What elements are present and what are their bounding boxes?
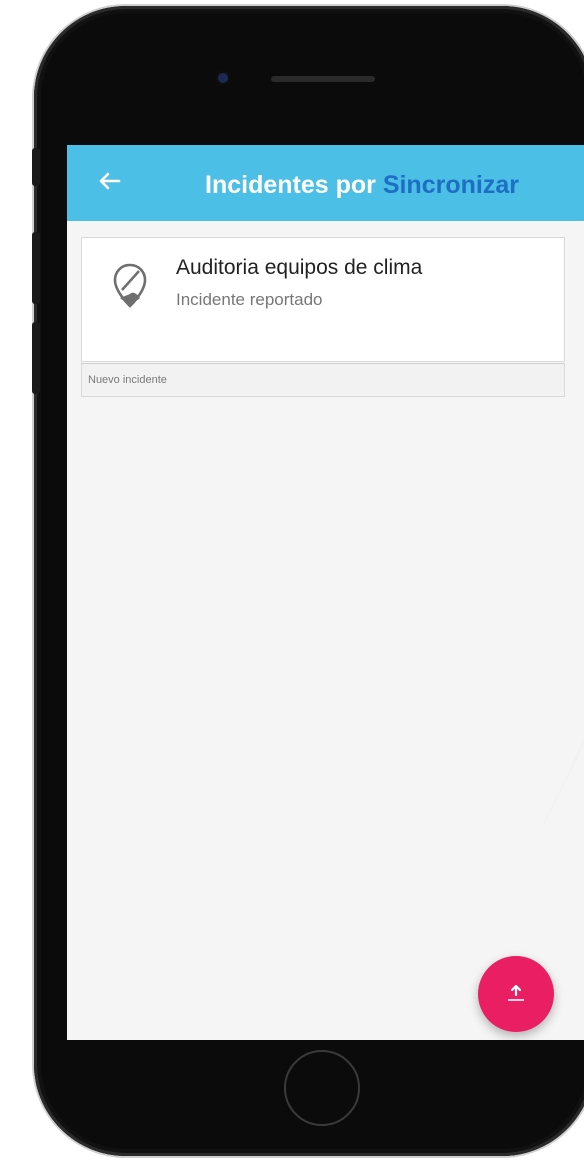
list-item[interactable]: Auditoria equipos de clima Incidente rep… [81,237,565,362]
mute-switch [32,148,40,186]
front-camera [218,73,228,83]
screen-glare [543,740,584,824]
section-footer: Nuevo incidente [81,363,565,397]
app-screen: Incidentes por Sincronizar Auditoria equ… [67,145,584,1040]
home-button [284,1050,360,1126]
footer-label: Nuevo incidente [88,374,167,386]
speaker-grille [271,76,375,82]
title-main: Incidentes por [205,171,383,199]
page-title: Incidentes por Sincronizar [205,145,519,221]
upload-fab-button[interactable] [478,956,554,1032]
volume-down-button [32,322,40,394]
back-arrow-icon[interactable] [93,165,125,197]
list-item-subtitle: Incidente reportado [176,290,323,309]
screen-bottom-bezel [67,1040,584,1048]
app-bar: Incidentes por Sincronizar [67,145,584,221]
volume-up-button [32,232,40,304]
upload-icon [508,984,524,1001]
list-item-title: Auditoria equipos de clima [176,256,423,279]
title-accent: Sincronizar [382,171,519,199]
map-pin-off-icon [112,262,148,316]
